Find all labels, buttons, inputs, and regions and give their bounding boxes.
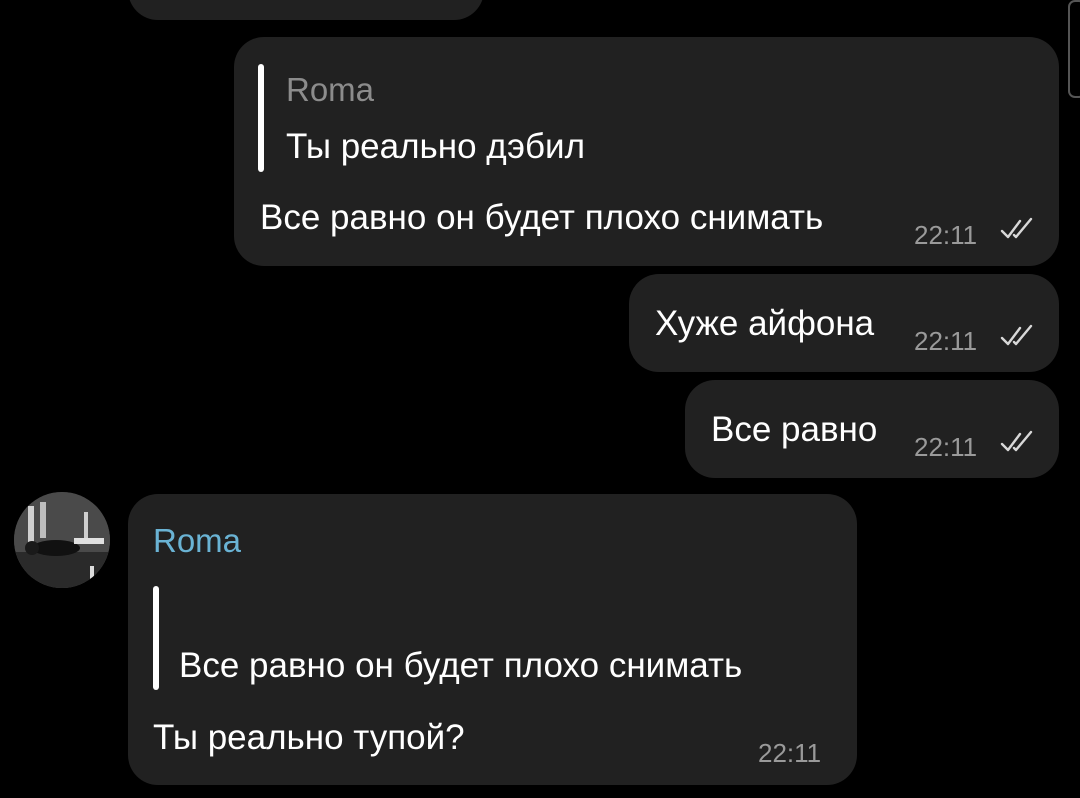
message-text: Хуже айфона [655,304,875,343]
message-bubble-partial[interactable] [128,0,484,20]
reply-quoted-text: Все равно он будет плохо снимать [179,646,743,685]
reply-quote-bar [258,64,264,172]
message-time: 22:11 [914,432,978,462]
message-bubble-outgoing[interactable]: Все равно 22:11 [685,380,1059,478]
avatar-image [14,492,110,588]
message-time: 22:11 [914,326,978,356]
reply-quote-bar [153,586,159,690]
message-bubble-incoming[interactable]: Roma Все равно он будет плохо снимать Ты… [128,494,857,785]
reply-sender-name: Roma [286,71,375,108]
message-text: Все равно [711,410,878,449]
double-check-icon [1000,430,1033,452]
double-check-icon [1000,324,1033,346]
user-avatar[interactable] [14,492,110,588]
message-time: 22:11 [758,738,822,768]
sender-name[interactable]: Roma [153,524,241,557]
reply-quoted-text: Ты реально дэбил [286,127,585,166]
message-bubble-outgoing[interactable]: Roma Ты реально дэбил Все равно он будет… [234,37,1059,266]
message-text: Все равно он будет плохо снимать [260,198,824,237]
message-text: Ты реально тупой? [153,718,465,757]
message-time: 22:11 [914,220,978,250]
message-bubble-outgoing[interactable]: Хуже айфона 22:11 [629,274,1059,372]
scrollbar-thumb[interactable] [1068,0,1080,98]
double-check-icon [1000,217,1033,239]
